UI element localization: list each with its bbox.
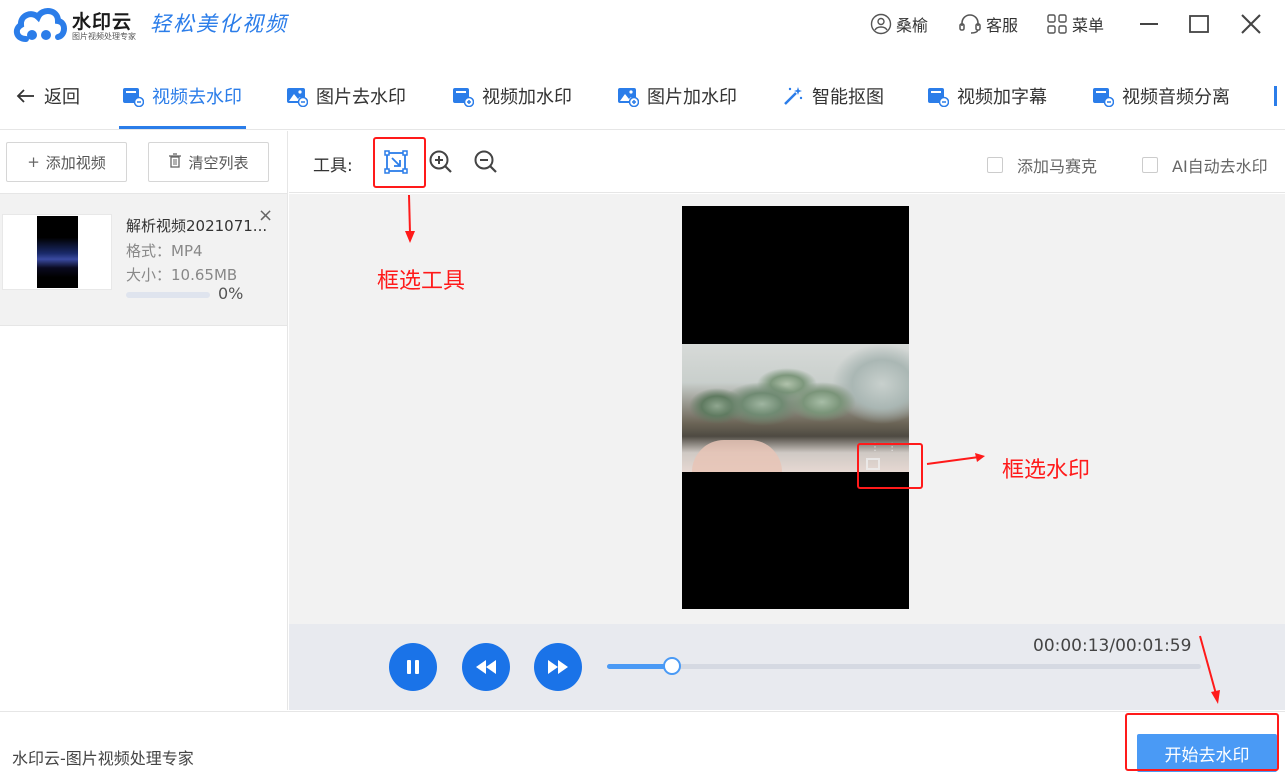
title-bar: 水印云 图片视频处理专家 轻松美化视频 桑榆 客服 菜单 bbox=[0, 0, 1285, 50]
checkbox-box[interactable] bbox=[987, 157, 1003, 173]
tab-label: 视频去水印 bbox=[152, 87, 242, 108]
image-icon bbox=[618, 88, 639, 107]
zoom-in-icon bbox=[429, 150, 452, 173]
arrow-left-icon bbox=[16, 89, 34, 103]
tab-label: 视频音频分离 bbox=[1122, 87, 1230, 108]
tool-bar: 工具: 添加马赛克 AI自动去水印 bbox=[289, 131, 1285, 193]
ai-auto-remove-label: AI自动去水印 bbox=[1172, 157, 1268, 176]
pause-icon bbox=[407, 660, 419, 674]
clear-list-button[interactable]: 清空列表 bbox=[148, 142, 269, 182]
plus-icon: + bbox=[27, 153, 40, 171]
player-controls: 00:00:13/00:01:59 bbox=[289, 624, 1285, 710]
annotation-select-watermark: 框选水印 bbox=[1002, 458, 1091, 483]
add-mosaic-checkbox[interactable]: 添加马赛克 bbox=[987, 153, 1097, 177]
zoom-out-button[interactable] bbox=[473, 149, 499, 175]
file-format: 格式：MP4 bbox=[126, 242, 203, 260]
tab-label: 图片去水印 bbox=[316, 87, 406, 108]
fast-forward-button[interactable] bbox=[534, 643, 582, 691]
feature-tabs: 返回 视频去水印 图片去水印 视频加水印 图片加水印 智能抠图 视频加字幕 视频… bbox=[0, 62, 1285, 130]
user-account-button[interactable]: 桑榆 bbox=[870, 12, 928, 36]
tab-image-add-watermark[interactable]: 图片加水印 bbox=[617, 82, 737, 110]
brand-name: 水印云 bbox=[72, 11, 133, 33]
pause-button[interactable] bbox=[389, 643, 437, 691]
list-item[interactable]: 解析视频2021071... 格式：MP4 大小：10.65MB × 0% bbox=[0, 194, 287, 326]
video-preview-area: ⋮ ⋮ 框选水印 bbox=[289, 194, 1285, 624]
tab-label: 图片加水印 bbox=[647, 87, 737, 108]
video-icon bbox=[123, 88, 144, 107]
playback-time: 00:00:13/00:01:59 bbox=[1033, 636, 1192, 656]
user-icon bbox=[870, 13, 892, 35]
tools-label: 工具: bbox=[313, 156, 353, 176]
video-canvas[interactable]: ⋮ ⋮ bbox=[682, 206, 909, 609]
video-thumbnail bbox=[2, 214, 112, 290]
tab-video-audio-separate[interactable]: 视频音频分离 bbox=[1092, 82, 1230, 110]
minimize-button[interactable] bbox=[1134, 10, 1164, 38]
video-icon bbox=[928, 88, 949, 107]
file-size: 大小：10.65MB bbox=[126, 266, 238, 284]
trash-icon bbox=[168, 152, 182, 172]
minimize-icon bbox=[1140, 23, 1158, 25]
tab-label: 视频加水印 bbox=[482, 87, 572, 108]
file-name: 解析视频2021071... bbox=[126, 217, 268, 235]
magic-wand-icon bbox=[784, 87, 803, 105]
fast-forward-icon bbox=[548, 660, 568, 674]
customer-service-button[interactable]: 客服 bbox=[958, 12, 1018, 36]
slogan: 轻松美化视频 bbox=[150, 12, 288, 36]
arrow-down-icon bbox=[405, 194, 415, 243]
more-tabs-indicator bbox=[1274, 86, 1277, 106]
tab-label: 智能抠图 bbox=[812, 87, 884, 108]
arrow-right-icon bbox=[926, 453, 985, 465]
add-mosaic-label: 添加马赛克 bbox=[1017, 157, 1098, 176]
back-button[interactable]: 返回 bbox=[16, 82, 80, 110]
back-label: 返回 bbox=[44, 87, 80, 108]
arrow-down-right-icon bbox=[1199, 635, 1220, 704]
maximize-button[interactable] bbox=[1184, 10, 1214, 38]
grid-icon bbox=[1047, 14, 1067, 34]
file-list-panel: + 添加视频 清空列表 解析视频2021071... 格式：MP4 大小：10.… bbox=[0, 131, 288, 710]
brand-subtitle: 图片视频处理专家 bbox=[72, 32, 136, 41]
file-progress-label: 0% bbox=[218, 284, 244, 303]
tab-video-add-watermark[interactable]: 视频加水印 bbox=[452, 82, 572, 110]
timeline-slider[interactable] bbox=[607, 657, 1201, 675]
service-label: 客服 bbox=[986, 16, 1019, 35]
video-icon bbox=[1093, 88, 1114, 107]
close-icon bbox=[1241, 14, 1261, 34]
menu-button[interactable]: 菜单 bbox=[1046, 12, 1104, 36]
rewind-icon bbox=[476, 660, 496, 674]
logo-icon bbox=[12, 5, 68, 43]
watermark-selection-box[interactable] bbox=[857, 443, 923, 489]
tab-label: 视频加字幕 bbox=[957, 87, 1047, 108]
active-tab-underline bbox=[119, 126, 246, 129]
status-bar: 水印云-图片视频处理专家 开始去水印 bbox=[0, 711, 1285, 773]
maximize-icon bbox=[1189, 15, 1209, 33]
tab-image-remove-watermark[interactable]: 图片去水印 bbox=[286, 82, 406, 110]
ai-auto-remove-checkbox[interactable]: AI自动去水印 bbox=[1142, 153, 1268, 177]
checkbox-box[interactable] bbox=[1142, 157, 1158, 173]
annotation-select-tool: 框选工具 bbox=[377, 269, 466, 294]
user-name: 桑榆 bbox=[896, 16, 929, 35]
file-progress-bar bbox=[126, 292, 210, 298]
close-window-button[interactable] bbox=[1236, 10, 1266, 38]
tab-video-remove-watermark[interactable]: 视频去水印 bbox=[122, 82, 242, 110]
rewind-button[interactable] bbox=[462, 643, 510, 691]
menu-label: 菜单 bbox=[1072, 16, 1105, 35]
timeline-handle[interactable] bbox=[663, 657, 682, 675]
image-icon bbox=[287, 88, 308, 107]
zoom-in-button[interactable] bbox=[428, 149, 454, 175]
headset-icon bbox=[959, 14, 981, 34]
tab-video-add-subtitle[interactable]: 视频加字幕 bbox=[927, 82, 1047, 110]
status-text: 水印云-图片视频处理专家 bbox=[12, 749, 194, 768]
remove-file-icon[interactable]: × bbox=[258, 205, 273, 226]
add-video-button[interactable]: + 添加视频 bbox=[6, 142, 127, 182]
select-tool-highlight-box bbox=[373, 137, 426, 188]
zoom-out-icon bbox=[474, 150, 497, 173]
video-icon bbox=[453, 88, 474, 107]
add-video-label: 添加视频 bbox=[45, 153, 106, 172]
clear-list-label: 清空列表 bbox=[188, 153, 249, 172]
tab-smart-cutout[interactable]: 智能抠图 bbox=[782, 82, 884, 110]
start-button-highlight-box bbox=[1125, 713, 1279, 771]
